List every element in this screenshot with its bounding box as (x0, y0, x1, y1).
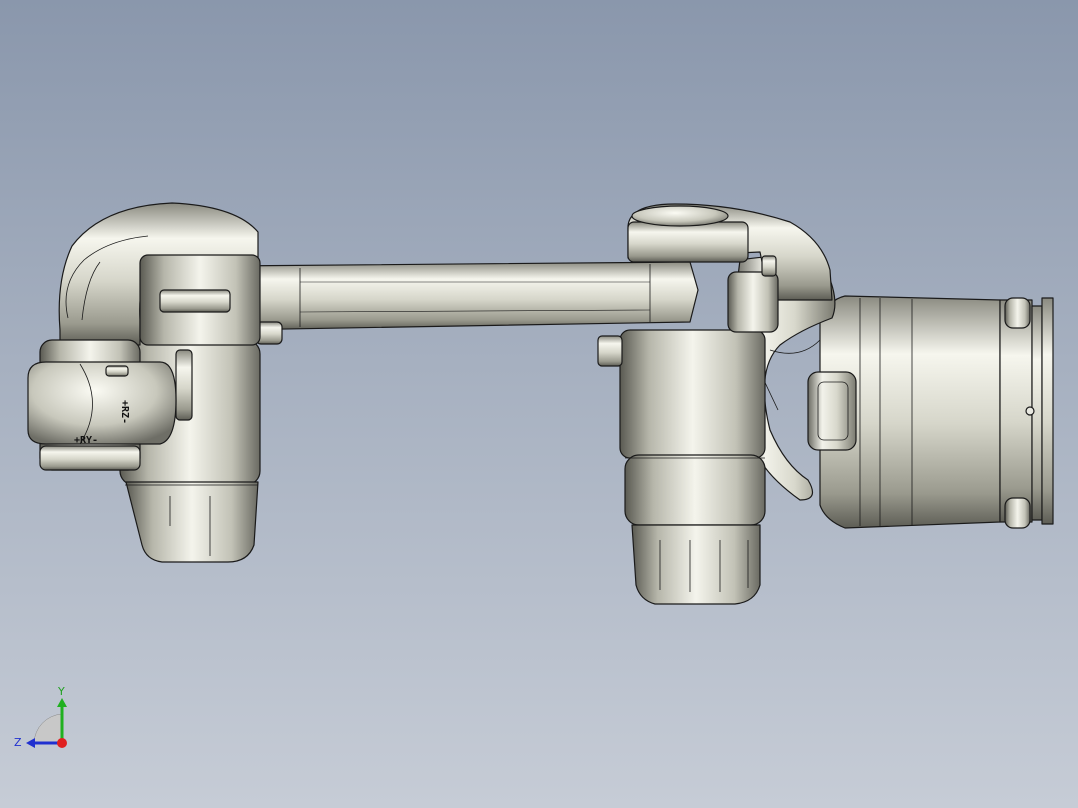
cad-viewport[interactable]: +RZ- +RY- (0, 0, 1078, 808)
z-axis-arrow (26, 738, 35, 748)
z-axis-label: Z (14, 736, 22, 749)
wrist-head[interactable] (58, 202, 261, 346)
y-axis-label: Y (57, 685, 65, 698)
x-axis-dot (57, 738, 67, 748)
upper-arm-column[interactable] (597, 329, 766, 605)
rz-label: +RZ- (119, 400, 130, 424)
triad-arc (33, 713, 63, 744)
robot-arm-model[interactable] (27, 202, 1054, 605)
robot-base[interactable] (807, 295, 1054, 529)
coordinate-triad: Y Z (14, 685, 67, 749)
ry-label: +RY- (74, 435, 98, 446)
y-axis-arrow (57, 698, 67, 707)
